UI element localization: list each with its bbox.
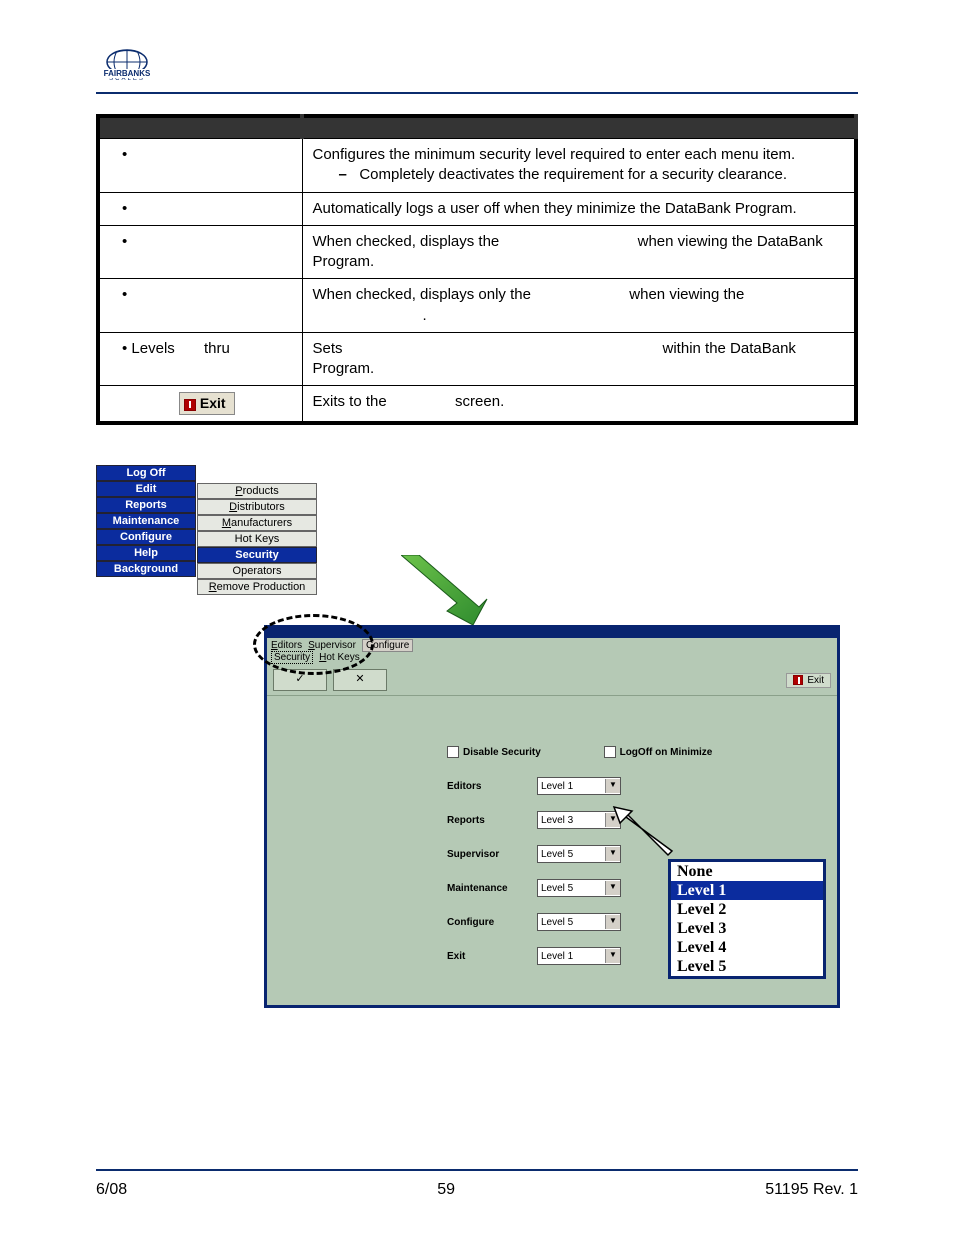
main-menu-item[interactable]: Help (96, 545, 196, 561)
fairbanks-logo: FAIRBANKS SCALES (96, 40, 158, 90)
apply-button[interactable] (273, 669, 327, 691)
window-menu-item[interactable]: Supervisor (308, 640, 356, 651)
feature-label: • Levels thru (98, 332, 302, 386)
feature-description: Setswithin the DataBank Program. (302, 332, 856, 386)
security-field-row: EditorsLevel 1▼ (447, 777, 817, 795)
field-label: Maintenance (447, 883, 537, 894)
window-titlebar (267, 628, 837, 638)
field-label: Configure (447, 917, 537, 928)
field-label: Editors (447, 781, 537, 792)
level-combo[interactable]: Level 1▼ (537, 777, 621, 795)
sub-menu-item[interactable]: Products (197, 483, 317, 499)
level-combo[interactable]: Level 5▼ (537, 879, 621, 897)
listbox-option[interactable]: None (671, 862, 823, 881)
field-label: Supervisor (447, 849, 537, 860)
footer-date: 6/08 (96, 1181, 127, 1199)
combo-value: Level 1 (538, 951, 605, 962)
main-menu-item[interactable]: Background (96, 561, 196, 577)
listbox-option[interactable]: Level 5 (671, 957, 823, 976)
level-listbox[interactable]: NoneLevel 1Level 2Level 3Level 4Level 5 (668, 859, 826, 979)
chevron-down-icon[interactable]: ▼ (605, 949, 620, 963)
main-menu-item[interactable]: Configure (96, 529, 196, 545)
feature-description: Automatically logs a user off when they … (302, 192, 856, 225)
logoff-on-minimize-checkbox[interactable]: LogOff on Minimize (604, 746, 713, 758)
window-menu-item[interactable]: Hot Keys (319, 652, 360, 663)
window-menu-item[interactable]: Editors (271, 640, 302, 651)
white-arrow-icon (610, 805, 680, 865)
window-toolbar: Exit (267, 665, 837, 696)
combo-value: Level 5 (538, 849, 605, 860)
chevron-down-icon[interactable]: ▼ (605, 779, 620, 793)
window-menu-item[interactable]: Configure (362, 639, 413, 652)
main-menu-item[interactable]: Reports (96, 497, 196, 513)
page-number: 59 (437, 1181, 455, 1199)
disable-security-checkbox[interactable]: Disable Security (447, 746, 541, 758)
field-label: Reports (447, 815, 537, 826)
sub-menu-item[interactable]: Operators (197, 563, 317, 579)
sub-menu-item[interactable]: Security (197, 547, 317, 563)
sub-menu-item[interactable]: Distributors (197, 499, 317, 515)
screenshot-composite: Log OffEditReportsMaintenanceConfigureHe… (96, 465, 858, 1045)
window-menubar: Editors Supervisor Configure Security Hot K… (267, 638, 837, 665)
sub-menu-item[interactable]: Hot Keys (197, 531, 317, 547)
main-menu-item[interactable]: Log Off (96, 465, 196, 481)
feature-label: • (98, 139, 302, 193)
sub-menu-item[interactable]: Manufacturers (197, 515, 317, 531)
combo-value: Level 5 (538, 883, 605, 894)
main-menu-item[interactable]: Maintenance (96, 513, 196, 529)
feature-label: • (98, 192, 302, 225)
feature-label: Exit (98, 386, 302, 423)
feature-label: • (98, 225, 302, 279)
sub-menu: ProductsDistributorsManufacturersHot Key… (197, 483, 317, 595)
feature-description: Exits to the screen. (302, 386, 856, 423)
feature-label: • (98, 279, 302, 333)
footer-rev: 51195 Rev. 1 (765, 1181, 858, 1199)
chevron-down-icon[interactable]: ▼ (605, 915, 620, 929)
combo-value: Level 1 (538, 781, 605, 792)
listbox-option[interactable]: Level 1 (671, 881, 823, 900)
listbox-option[interactable]: Level 3 (671, 919, 823, 938)
exit-icon (793, 675, 803, 685)
sub-menu-item[interactable]: Remove Production (197, 579, 317, 595)
level-combo[interactable]: Level 5▼ (537, 913, 621, 931)
field-label: Exit (447, 951, 537, 962)
window-menu-item[interactable]: Security (271, 651, 313, 664)
level-combo[interactable]: Level 1▼ (537, 947, 621, 965)
main-menu-item[interactable]: Edit (96, 481, 196, 497)
level-combo[interactable]: Level 5▼ (537, 845, 621, 863)
listbox-option[interactable]: Level 2 (671, 900, 823, 919)
security-features-table: •Configures the minimum security level r… (96, 114, 858, 425)
feature-description: Configures the minimum security level re… (302, 139, 856, 193)
footer-rule (96, 1169, 858, 1171)
feature-description: When checked, displays only the when vie… (302, 279, 856, 333)
exit-button[interactable]: Exit (786, 673, 831, 688)
page-footer: 6/08 59 51195 Rev. 1 (96, 1181, 858, 1199)
combo-value: Level 5 (538, 917, 605, 928)
green-arrow-icon (401, 555, 491, 625)
cancel-button[interactable] (333, 669, 387, 691)
page-header: FAIRBANKS SCALES (96, 40, 858, 94)
combo-value: Level 3 (538, 815, 605, 826)
level-combo[interactable]: Level 3▼ (537, 811, 621, 829)
feature-description: When checked, displays the when viewing … (302, 225, 856, 279)
listbox-option[interactable]: Level 4 (671, 938, 823, 957)
chevron-down-icon[interactable]: ▼ (605, 881, 620, 895)
main-menu: Log OffEditReportsMaintenanceConfigureHe… (96, 465, 196, 577)
